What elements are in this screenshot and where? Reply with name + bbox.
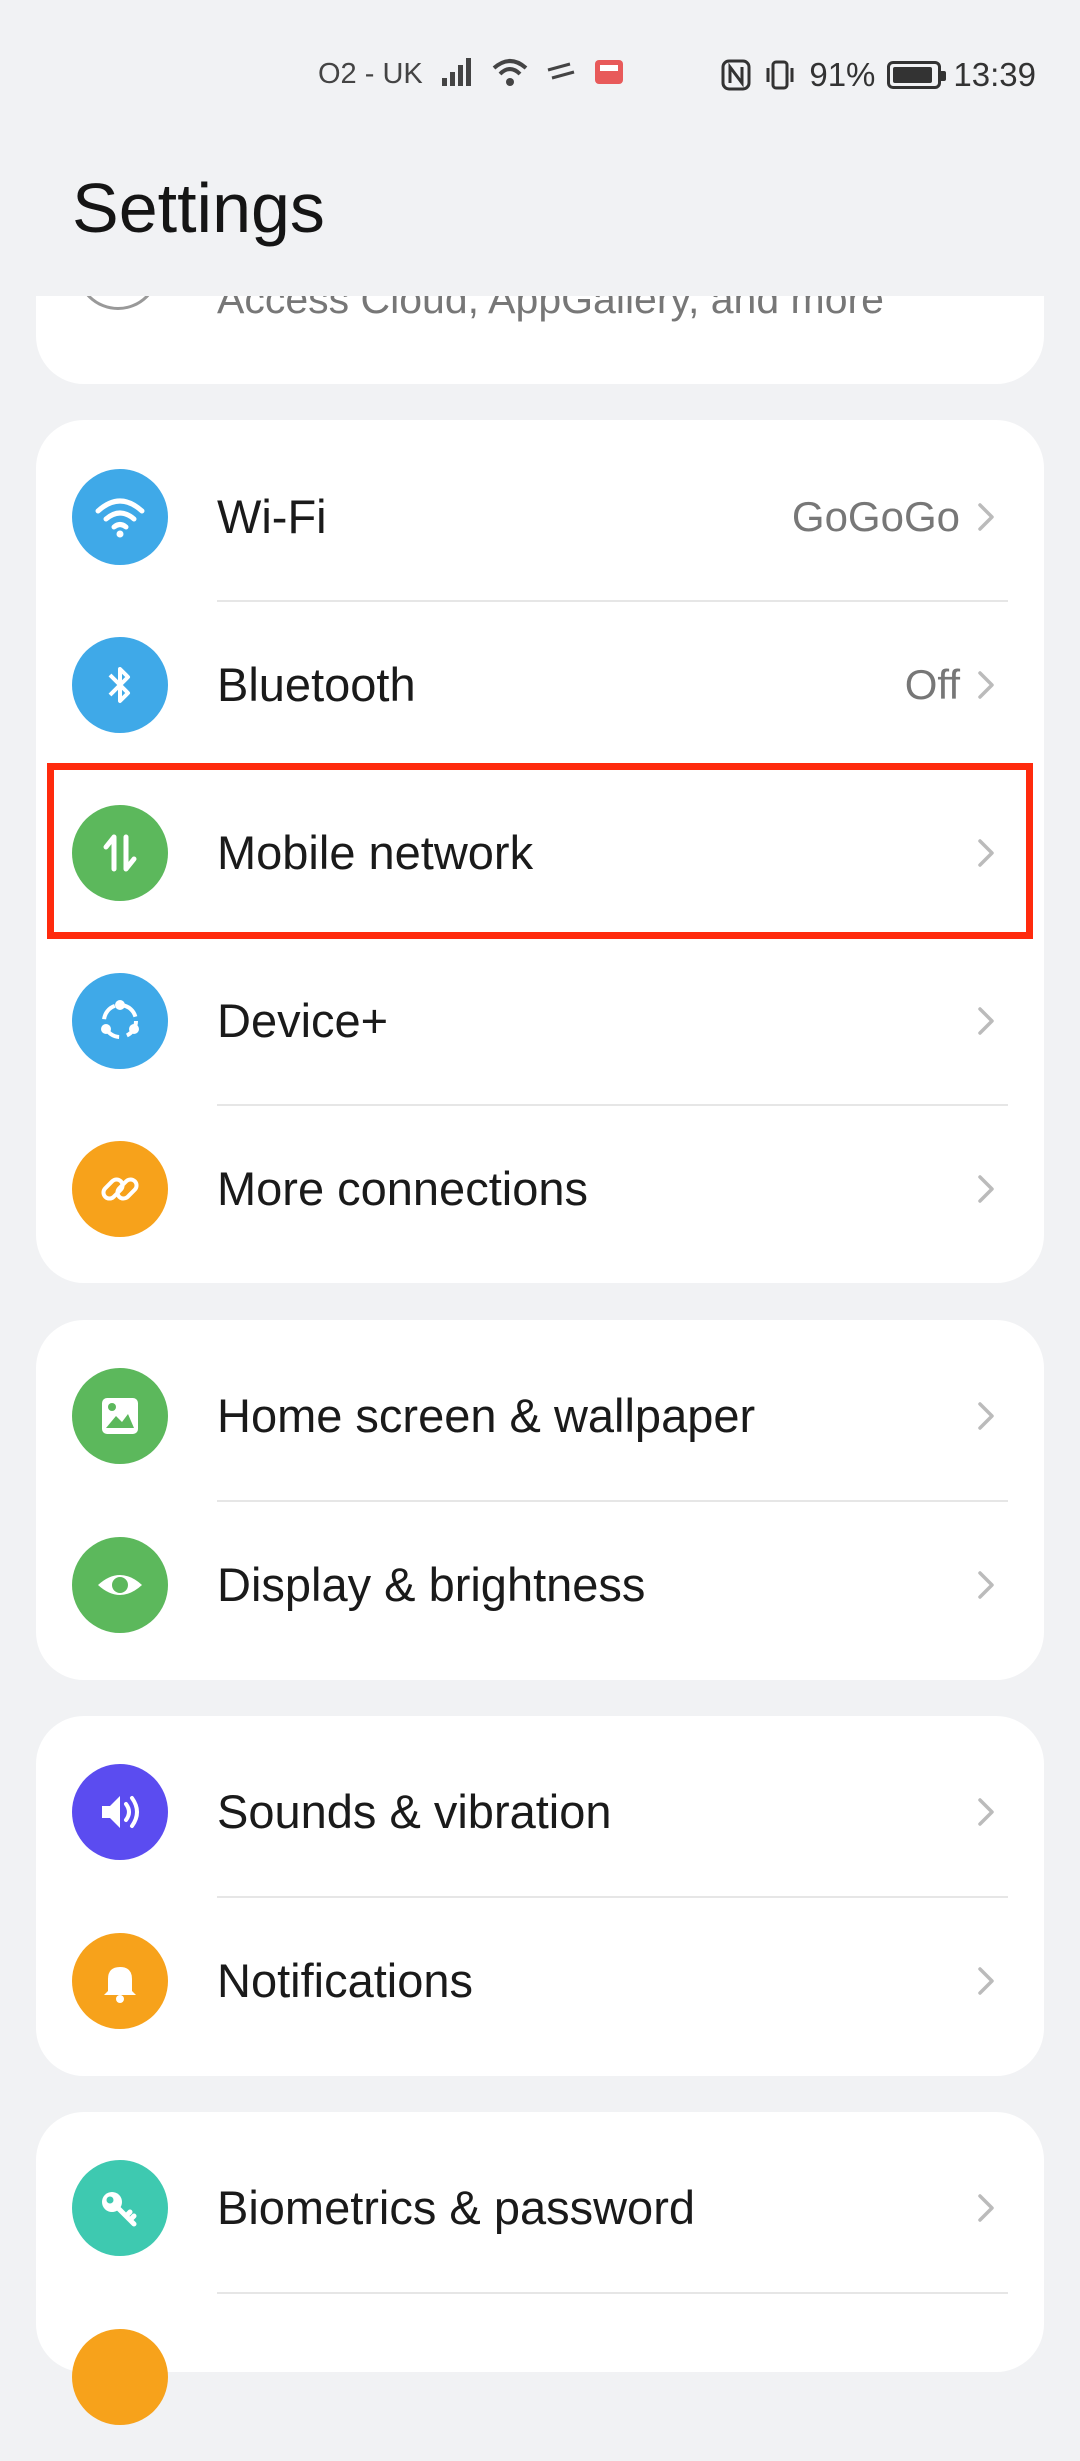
sounds-label: Sounds & vibration: [217, 1785, 612, 1838]
settings-item-device-plus[interactable]: Device+: [36, 937, 1044, 1105]
settings-item-bluetooth[interactable]: Bluetooth Off: [36, 601, 1044, 769]
biometrics-label: Biometrics & password: [217, 2181, 695, 2234]
wifi-icon: [492, 59, 528, 86]
clock: 13:39: [953, 56, 1036, 93]
settings-item-display[interactable]: Display & brightness: [36, 1501, 1044, 1669]
app-notification-icon: [595, 60, 623, 84]
status-bar: O2 - UK 91% 13:39: [0, 0, 1080, 150]
wifi-icon: [72, 469, 168, 565]
chevron-right-icon: [978, 1798, 994, 1826]
page-title: Settings: [72, 169, 325, 247]
highlight-box: [47, 763, 1033, 939]
chevron-right-icon: [978, 1007, 994, 1035]
carrier-label: O2 - UK: [318, 58, 423, 90]
settings-item-biometrics[interactable]: Biometrics & password: [36, 2124, 1044, 2292]
data-arrows-icon: [547, 62, 575, 80]
device-plus-icon: [72, 973, 168, 1069]
chevron-right-icon: [978, 1571, 994, 1599]
sound-group: Sounds & vibration Notifications: [36, 1716, 1044, 2076]
display-label: Display & brightness: [217, 1558, 646, 1611]
bell-icon: [72, 1933, 168, 2029]
display-group: Home screen & wallpaper Display & bright…: [36, 1320, 1044, 1680]
battery-icon: [887, 61, 947, 89]
link-icon: [72, 1141, 168, 1237]
chevron-right-icon: [978, 2194, 994, 2222]
settings-item-partial[interactable]: [36, 2293, 1044, 2461]
notifications-label: Notifications: [217, 1954, 473, 2007]
chevron-right-icon: [978, 1175, 994, 1203]
status-icons-left: [440, 56, 626, 88]
key-icon: [72, 2160, 168, 2256]
chevron-right-icon: [978, 671, 994, 699]
settings-item-wifi[interactable]: Wi-Fi GoGoGo: [36, 433, 1044, 601]
eye-icon: [72, 1537, 168, 1633]
home-screen-label: Home screen & wallpaper: [217, 1389, 756, 1442]
settings-item-sounds[interactable]: Sounds & vibration: [36, 1728, 1044, 1896]
partial-icon: [72, 2329, 168, 2425]
chevron-right-icon: [978, 503, 994, 531]
signal-icon: [442, 58, 471, 86]
account-subtitle: Access Cloud, AppGallery, and more: [217, 296, 884, 322]
status-icons-right: 91% 13:39: [721, 56, 1036, 94]
settings-item-more-connections[interactable]: More connections: [36, 1105, 1044, 1273]
bluetooth-value: Off: [904, 661, 960, 708]
account-card[interactable]: Access Cloud, AppGallery, and more: [36, 296, 1044, 384]
settings-item-home-screen[interactable]: Home screen & wallpaper: [36, 1332, 1044, 1500]
speaker-icon: [72, 1764, 168, 1860]
nfc-icon: [721, 59, 751, 91]
more-connections-label: More connections: [217, 1162, 588, 1215]
vibrate-icon: [766, 60, 794, 90]
device-plus-label: Device+: [217, 994, 389, 1047]
avatar-icon: [76, 296, 160, 310]
wallpaper-icon: [72, 1368, 168, 1464]
chevron-right-icon: [978, 1967, 994, 1995]
bluetooth-icon: [72, 637, 168, 733]
battery-percent: 91%: [809, 56, 876, 93]
wifi-value: GoGoGo: [791, 493, 960, 540]
security-group: Biometrics & password: [36, 2112, 1044, 2425]
wifi-label: Wi-Fi: [217, 490, 327, 543]
settings-item-notifications[interactable]: Notifications: [36, 1897, 1044, 2065]
bluetooth-label: Bluetooth: [217, 658, 416, 711]
chevron-right-icon: [978, 1402, 994, 1430]
